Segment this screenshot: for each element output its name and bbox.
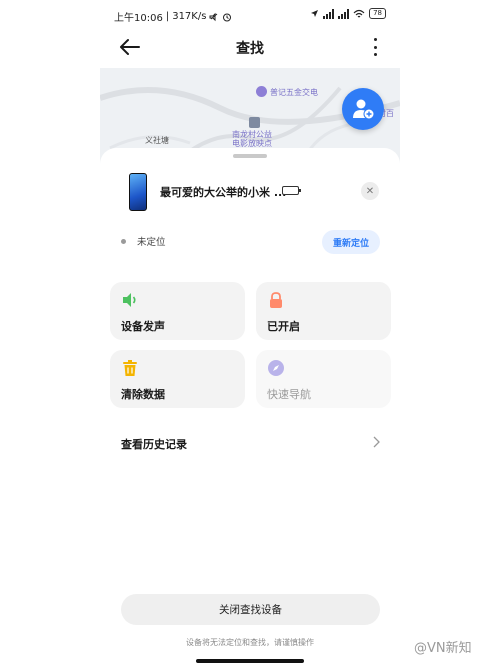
add-member-button[interactable] xyxy=(342,88,384,130)
phone-screen: 上午10:06 | 317K/s 78 查找 普记五金交电 义社塘 南龙村公益电… xyxy=(100,0,400,667)
lock-card[interactable]: 已开启 xyxy=(256,282,391,340)
map-label-cinema: 南龙村公益电影放映点 xyxy=(232,130,272,148)
network-speed: 317K/s xyxy=(172,11,207,22)
location-status: 未定位 xyxy=(137,237,166,248)
close-warning-text: 设备将无法定位和查找，请谨慎操作 xyxy=(186,638,314,647)
more-options-icon[interactable] xyxy=(372,38,378,56)
battery-icon: 78 xyxy=(369,8,386,19)
status-bar: 上午10:06 | 317K/s 78 xyxy=(100,0,400,28)
erase-data-card[interactable]: 清除数据 xyxy=(110,350,245,408)
wifi-icon xyxy=(353,9,365,17)
home-indicator[interactable] xyxy=(196,659,304,663)
chevron-right-icon xyxy=(373,436,380,448)
erase-data-label: 清除数据 xyxy=(121,388,165,401)
location-status-row: 未定位 重新定位 xyxy=(100,230,400,254)
building-pin-icon[interactable] xyxy=(249,117,260,128)
view-history-label: 查看历史记录 xyxy=(121,438,187,451)
lock-icon xyxy=(270,292,282,308)
play-sound-card[interactable]: 设备发声 xyxy=(110,282,245,340)
alarm-icon xyxy=(223,13,232,21)
shop-pin-icon[interactable] xyxy=(256,86,267,97)
sheet-drag-handle[interactable] xyxy=(233,154,267,158)
status-dot xyxy=(121,239,126,244)
phone-thumbnail xyxy=(129,173,147,211)
page-title: 查找 xyxy=(236,41,264,57)
compass-icon xyxy=(268,360,284,376)
add-person-icon xyxy=(353,99,375,120)
quick-navigation-card: 快速导航 xyxy=(256,350,391,408)
device-summary: 最可爱的大公举的小米 ... xyxy=(100,170,400,214)
device-bottom-sheet: 最可爱的大公举的小米 ... ✕ 未定位 重新定位 设备发声 已开启 清除数据 … xyxy=(100,148,400,667)
location-arrow-icon xyxy=(311,10,319,17)
play-sound-label: 设备发声 xyxy=(121,320,165,333)
device-battery-icon xyxy=(282,186,301,195)
trash-icon xyxy=(123,360,137,376)
quick-navigation-label: 快速导航 xyxy=(267,388,311,401)
mute-icon xyxy=(209,12,218,21)
device-name: 最可爱的大公举的小米 ... xyxy=(160,186,287,199)
map-label-village: 义社塘 xyxy=(145,136,169,145)
signal-2-icon xyxy=(338,8,350,19)
close-find-device-button[interactable]: 关闭查找设备 xyxy=(121,594,380,625)
top-app-bar: 查找 xyxy=(100,28,400,66)
view-history-row[interactable]: 查看历史记录 xyxy=(100,428,400,456)
relocate-button[interactable]: 重新定位 xyxy=(322,230,380,254)
watermark-text: @VN新知 xyxy=(414,641,472,656)
close-icon[interactable]: ✕ xyxy=(361,182,379,200)
signal-1-icon xyxy=(323,8,335,19)
status-time: 上午10:06 xyxy=(114,13,163,24)
map-label-hardware: 普记五金交电 xyxy=(270,88,318,97)
speaker-icon xyxy=(123,293,136,307)
lock-label: 已开启 xyxy=(267,320,300,333)
